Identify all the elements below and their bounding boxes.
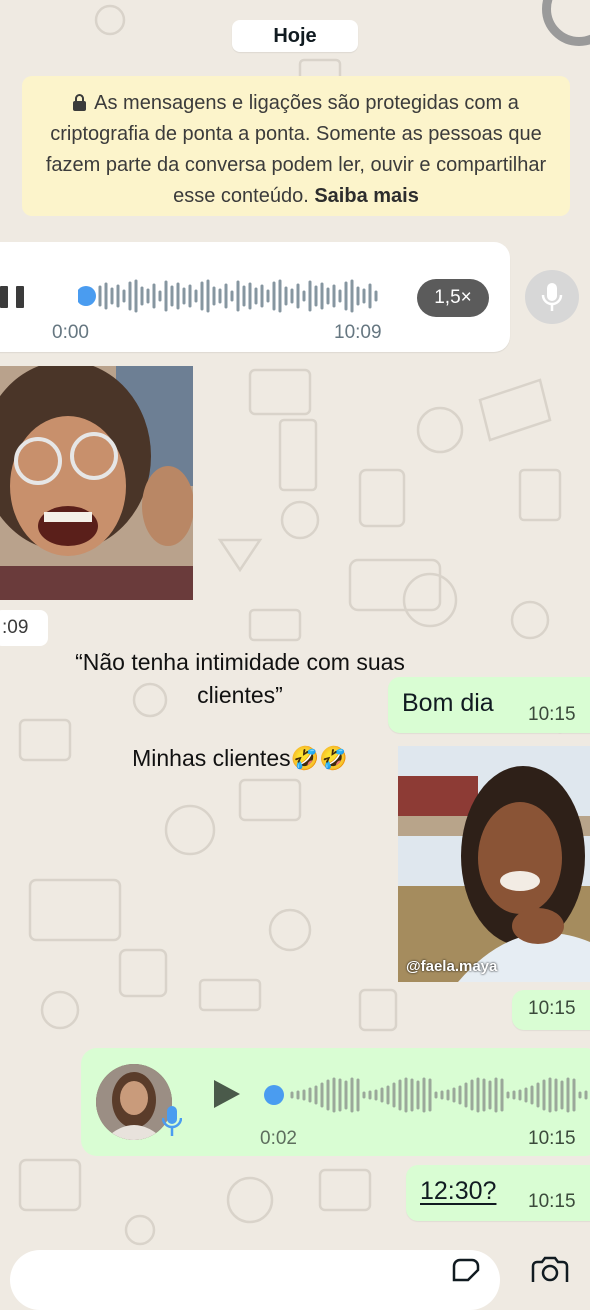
message-time: 10:15	[528, 998, 576, 1019]
incoming-voice-elapsed: 0:00	[52, 322, 89, 343]
mic-icon	[541, 283, 563, 311]
photo-watermark: @faela.maya	[406, 958, 498, 975]
encryption-text: As mensagens e ligações são protegidas c…	[45, 92, 547, 207]
incoming-voice-progress-handle	[78, 286, 96, 306]
incoming-photo[interactable]	[0, 366, 193, 600]
incoming-photo-time: :09	[0, 610, 48, 646]
date-separator: Hoje	[232, 20, 358, 52]
playback-speed-button[interactable]: 1,5×	[417, 279, 489, 317]
play-icon[interactable]	[214, 1080, 240, 1108]
caption-quote: “Não tenha intimidade com suas clientes”	[75, 649, 405, 708]
message-text[interactable]: 12:30?	[420, 1177, 496, 1206]
message-text: Bom dia	[402, 689, 494, 717]
message-time: 10:15	[528, 1128, 576, 1149]
message-input[interactable]	[10, 1250, 500, 1310]
outgoing-voice-waveform[interactable]	[262, 1075, 590, 1115]
mic-icon	[162, 1106, 182, 1136]
outgoing-voice-elapsed: 0:02	[260, 1128, 297, 1149]
camera-icon[interactable]	[530, 1256, 570, 1282]
avatar[interactable]	[96, 1064, 172, 1140]
incoming-voice-waveform[interactable]	[78, 276, 384, 316]
pause-icon[interactable]	[0, 286, 26, 308]
message-time: 10:15	[528, 704, 576, 725]
corner-record-indicator	[542, 0, 590, 46]
caption-punchline: Minhas clientes🤣🤣	[132, 745, 348, 771]
incoming-voice-duration: 10:09	[334, 322, 382, 343]
encryption-notice[interactable]: As mensagens e ligações são protegidas c…	[22, 76, 570, 216]
lock-icon	[73, 94, 87, 111]
sticker-icon[interactable]	[450, 1258, 482, 1282]
incoming-voice-mic-badge	[525, 270, 579, 324]
outgoing-voice-progress-handle	[264, 1085, 284, 1105]
outgoing-photo[interactable]	[398, 746, 590, 982]
learn-more-link[interactable]: Saiba mais	[314, 185, 419, 207]
message-time: 10:15	[528, 1191, 576, 1212]
